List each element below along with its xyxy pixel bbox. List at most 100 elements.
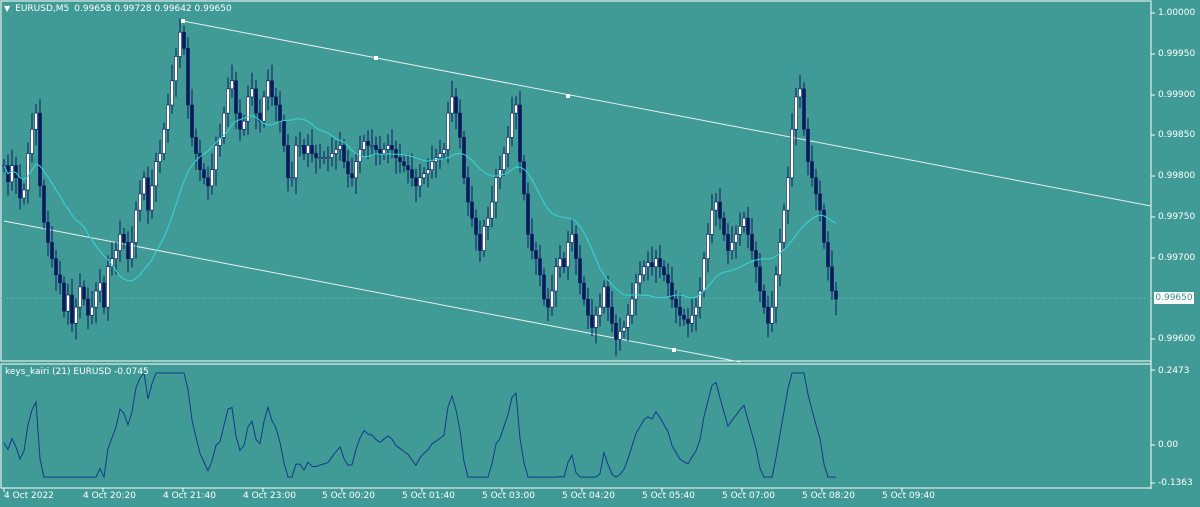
channel-anchor-handle[interactable] [672, 348, 676, 352]
candle-body [766, 306, 770, 324]
channel-anchor-handle[interactable] [181, 19, 185, 23]
candle-body [606, 286, 610, 308]
candle-body [422, 173, 426, 179]
candle-body [478, 234, 482, 251]
candle-body [634, 282, 638, 300]
indicator-axis-label: -0.1363 [1158, 478, 1193, 488]
candle-body [610, 306, 614, 324]
candle-body [802, 88, 806, 130]
candle-body [666, 274, 670, 284]
candle-body [574, 234, 578, 259]
candle-body [578, 258, 582, 284]
candle-body [614, 323, 618, 340]
candle-body [414, 177, 418, 187]
candle-body [730, 242, 734, 251]
candle-body [158, 153, 162, 162]
candle-body [718, 201, 722, 219]
candle-body [70, 294, 74, 324]
candle-body [486, 217, 490, 227]
candle-body [742, 217, 746, 227]
candle-body [326, 157, 330, 159]
candle-body [506, 137, 510, 154]
indicator-axis-label: 0.00 [1158, 440, 1179, 450]
channel-anchor-handle[interactable] [374, 56, 378, 60]
candle-body [662, 266, 666, 276]
candle-body [98, 282, 102, 292]
candle-body [446, 112, 450, 150]
time-tick-label: 5 Oct 00:20 [322, 491, 375, 501]
candle-body [790, 128, 794, 179]
chart-header: ▼ EURUSD,M5 0.99658 0.99728 0.99642 0.99… [4, 4, 232, 14]
price-tick-label: 0.99900 [1158, 90, 1196, 100]
candle-body [494, 177, 498, 203]
channel-upper-line[interactable] [182, 20, 1152, 207]
candle-body [794, 96, 798, 130]
candle-body [590, 314, 594, 328]
candle-body [58, 274, 62, 284]
candle-body [814, 177, 818, 195]
candle-body [654, 258, 658, 268]
candle-body [426, 169, 430, 175]
channel-lower-line[interactable] [3, 220, 741, 363]
candle-body [762, 290, 766, 308]
candle-body [90, 306, 94, 316]
candle-body [706, 234, 710, 259]
candle-body [134, 209, 138, 243]
candle-body [466, 177, 470, 203]
candle-body [410, 169, 414, 179]
candle-body [798, 88, 802, 98]
candle-body [542, 274, 546, 300]
candle-body [702, 258, 706, 292]
indicator-title: keys_kairi (21) EURUSD -0.0745 [5, 367, 149, 377]
candle-body [642, 266, 646, 276]
candle-body [262, 96, 266, 122]
candle-body [234, 80, 238, 114]
candle-body [74, 306, 78, 324]
candle-body [554, 266, 558, 292]
candle-body [186, 48, 190, 106]
candle-body [126, 242, 130, 259]
time-tick-label: 5 Oct 08:20 [802, 491, 855, 501]
candle-body [830, 266, 834, 292]
candle-body [54, 258, 58, 276]
candle-body [518, 104, 522, 162]
chart-canvas[interactable] [0, 0, 1200, 507]
candle-body [82, 286, 86, 300]
candle-body [30, 128, 34, 154]
candle-body [810, 161, 814, 179]
candle-body [86, 298, 90, 316]
candle-body [226, 88, 230, 114]
candle-body [318, 157, 322, 159]
candle-body [514, 104, 518, 114]
candle-body [834, 290, 838, 300]
candle-body [786, 177, 790, 211]
candle-body [310, 145, 314, 154]
candle-body [206, 177, 210, 187]
candle-body [182, 31, 186, 49]
candle-body [114, 250, 118, 259]
triangle-down-icon[interactable]: ▼ [4, 4, 10, 14]
candle-body [294, 145, 298, 179]
candle-body [298, 145, 302, 147]
candle-body [154, 161, 158, 187]
channel-anchor-handle[interactable] [566, 94, 570, 98]
candle-body [194, 137, 198, 154]
candle-body [458, 112, 462, 138]
candle-body [10, 165, 14, 183]
candle-body [738, 225, 742, 235]
candle-body [378, 149, 382, 154]
candle-body [122, 234, 126, 243]
candle-body [406, 165, 410, 171]
candle-body [630, 298, 634, 316]
candle-body [242, 120, 246, 130]
candle-body [146, 177, 150, 211]
candle-body [710, 209, 714, 235]
candle-body [558, 258, 562, 268]
candle-body [482, 225, 486, 251]
candle-body [246, 96, 250, 122]
candle-body [586, 298, 590, 316]
candle-body [526, 193, 530, 235]
time-tick-label: 4 Oct 2022 [4, 491, 54, 501]
candle-body [538, 258, 542, 276]
candle-body [374, 145, 378, 150]
